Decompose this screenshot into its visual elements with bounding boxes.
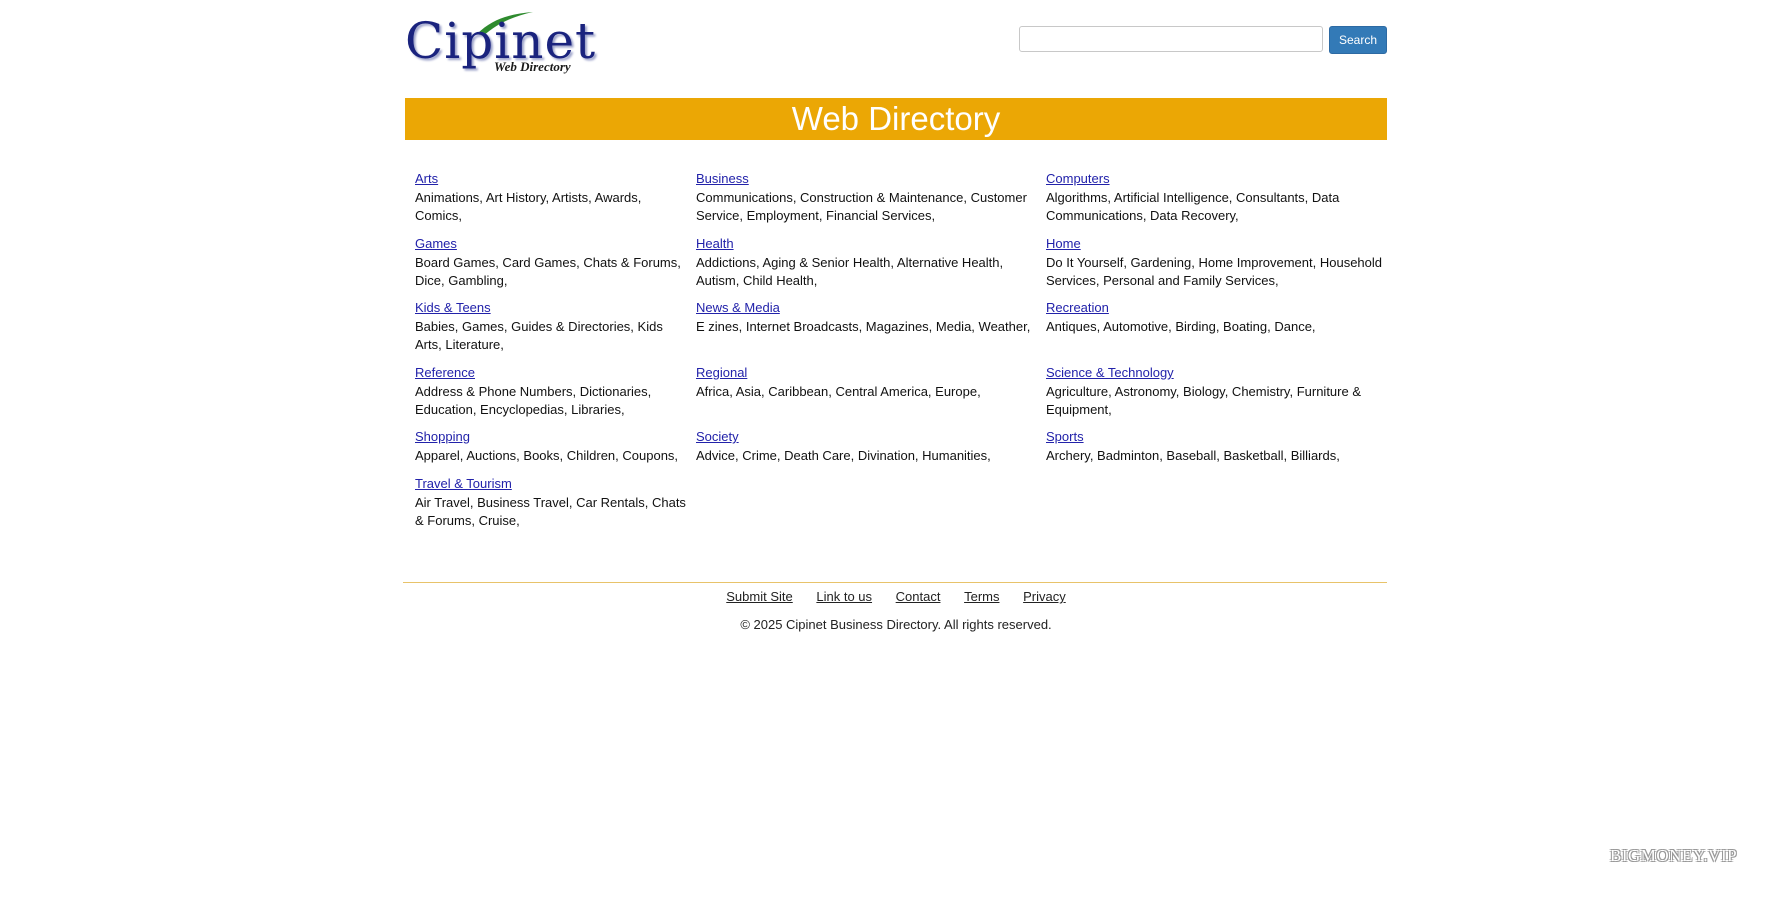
category-news-media: News & Media E zines, Internet Broadcast… [696,299,1036,336]
category-business: Business Communications, Construction & … [696,170,1036,226]
category-subcategories: Address & Phone Numbers, Dictionaries, E… [415,383,652,418]
category-link[interactable]: Computers [1046,170,1391,189]
category-link[interactable]: Reference [415,364,687,383]
category-subcategories: Animations, Art History, Artists, Awards… [415,189,642,224]
category-subcategories: E zines, Internet Broadcasts, Magazines,… [696,318,1031,334]
category-subcategories: Babies, Games, Guides & Directories, Kid… [415,318,663,353]
footer-nav: Submit Site Link to us Contact Terms Pri… [405,588,1387,606]
footer-link-contact[interactable]: Contact [896,589,941,604]
category-link[interactable]: Sports [1046,428,1391,447]
category-home: Home Do It Yourself, Gardening, Home Imp… [1046,235,1391,291]
category-subcategories: Addictions, Aging & Senior Health, Alter… [696,254,1004,289]
category-link[interactable]: Business [696,170,1036,189]
footer-link-link-to-us[interactable]: Link to us [816,589,872,604]
category-subcategories: Agriculture, Astronomy, Biology, Chemist… [1046,383,1361,418]
category-link[interactable]: Regional [696,364,1036,383]
category-link[interactable]: Games [415,235,687,254]
category-link[interactable]: Kids & Teens [415,299,687,318]
page-title-banner: Web Directory [405,98,1387,140]
footer-link-privacy[interactable]: Privacy [1023,589,1066,604]
category-link[interactable]: Arts [415,170,687,189]
page: Cipinet Web Directory Search Web Directo… [0,0,1788,899]
category-link[interactable]: Shopping [415,428,687,447]
category-subcategories: Africa, Asia, Caribbean, Central America… [696,383,981,399]
category-link[interactable]: Health [696,235,1036,254]
category-subcategories: Board Games, Card Games, Chats & Forums,… [415,254,681,289]
category-link[interactable]: News & Media [696,299,1036,318]
logo[interactable]: Cipinet Web Directory [405,8,595,80]
footer-link-terms[interactable]: Terms [964,589,999,604]
category-link[interactable]: Society [696,428,1036,447]
category-society: Society Advice, Crime, Death Care, Divin… [696,428,1036,465]
footer-divider [403,582,1387,583]
category-computers: Computers Algorithms, Artificial Intelli… [1046,170,1391,226]
watermark-text: BIGMONEY.VIP [1610,846,1738,865]
category-link[interactable]: Travel & Tourism [415,475,687,494]
search-button[interactable]: Search [1329,26,1387,54]
category-travel-tourism: Travel & Tourism Air Travel, Business Tr… [415,475,687,531]
category-subcategories: Algorithms, Artificial Intelligence, Con… [1046,189,1340,224]
category-sports: Sports Archery, Badminton, Baseball, Bas… [1046,428,1391,465]
category-subcategories: Communications, Construction & Maintenan… [696,189,1027,224]
category-subcategories: Advice, Crime, Death Care, Divination, H… [696,447,991,463]
category-regional: Regional Africa, Asia, Caribbean, Centra… [696,364,1036,401]
main-container: Cipinet Web Directory Search Web Directo… [403,0,1387,632]
footer-link-submit-site[interactable]: Submit Site [726,589,792,604]
category-health: Health Addictions, Aging & Senior Health… [696,235,1036,291]
search-input[interactable] [1019,26,1323,52]
category-link[interactable]: Home [1046,235,1391,254]
category-subcategories: Antiques, Automotive, Birding, Boating, … [1046,318,1316,334]
category-science-technology: Science & Technology Agriculture, Astron… [1046,364,1391,420]
category-subcategories: Air Travel, Business Travel, Car Rentals… [415,494,686,529]
category-games: Games Board Games, Card Games, Chats & F… [415,235,687,291]
category-arts: Arts Animations, Art History, Artists, A… [415,170,687,226]
category-subcategories: Apparel, Auctions, Books, Children, Coup… [415,447,679,463]
category-kids-teens: Kids & Teens Babies, Games, Guides & Dir… [415,299,687,355]
category-subcategories: Do It Yourself, Gardening, Home Improvem… [1046,254,1383,289]
category-subcategories: Archery, Badminton, Baseball, Basketball… [1046,447,1340,463]
category-link[interactable]: Science & Technology [1046,364,1391,383]
category-shopping: Shopping Apparel, Auctions, Books, Child… [415,428,687,465]
copyright-text: © 2025 Cipinet Business Directory. All r… [740,617,1052,632]
category-recreation: Recreation Antiques, Automotive, Birding… [1046,299,1391,336]
header: Cipinet Web Directory Search [405,0,1387,98]
logo-tagline: Web Directory [494,59,571,74]
category-reference: Reference Address & Phone Numbers, Dicti… [415,364,687,420]
category-link[interactable]: Recreation [1046,299,1391,318]
